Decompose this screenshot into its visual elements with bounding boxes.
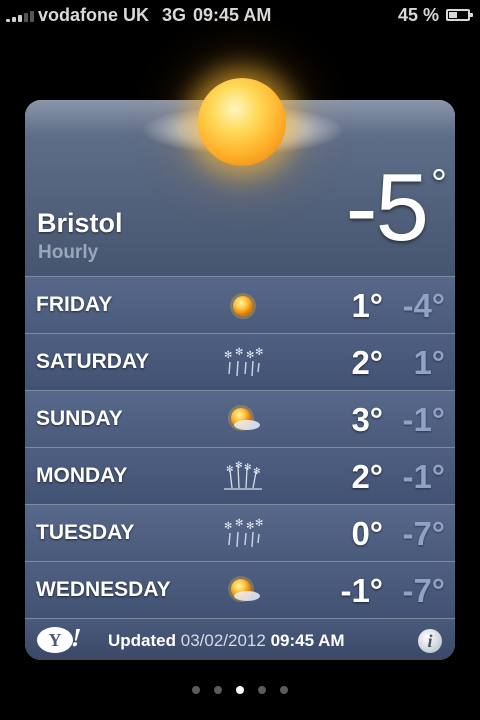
info-button[interactable]: i — [418, 629, 442, 653]
svg-text:✻: ✻ — [235, 518, 243, 529]
hourly-label[interactable]: Hourly — [38, 242, 98, 264]
forecast-low: -1° — [402, 458, 445, 495]
card-footer: Y ! Updated 03/02/2012 09:45 AM i — [25, 618, 455, 660]
svg-text:✻: ✻ — [246, 521, 254, 532]
frost-icon: ✻ ✻ ✻ ✻ — [222, 460, 264, 494]
svg-text:✻: ✻ — [253, 467, 261, 477]
forecast-day: WEDNESDAY — [36, 578, 171, 601]
forecast-high: 0° — [351, 515, 383, 552]
page-indicator[interactable] — [0, 686, 480, 696]
partly-sunny-icon — [222, 574, 264, 608]
forecast-day: FRIDAY — [36, 293, 113, 316]
forecast-day: TUESDAY — [36, 521, 135, 544]
updated-time: 09:45 AM — [270, 631, 345, 650]
updated-date: 03/02/2012 — [180, 631, 266, 650]
forecast-row: FRIDAY 1° -4° — [25, 276, 455, 333]
svg-text:✻: ✻ — [224, 350, 232, 361]
page-dot[interactable] — [192, 686, 200, 694]
weather-app-screen: vodafone UK 3G 09:45 AM 45 % Bristol Hou… — [0, 0, 480, 720]
page-dot-active[interactable] — [236, 686, 244, 694]
forecast-row: SATURDAY ✻ ✻ ✻ ✻ 2° 1° — [25, 333, 455, 390]
snow-rain-icon: ✻ ✻ ✻ ✻ — [222, 517, 264, 551]
page-dot[interactable] — [214, 686, 222, 694]
updated-label: Updated — [108, 631, 176, 650]
svg-text:✻: ✻ — [226, 465, 234, 475]
svg-text:✻: ✻ — [244, 463, 252, 473]
sun-icon — [222, 289, 264, 323]
page-dot[interactable] — [258, 686, 266, 694]
forecast-high: -1° — [340, 572, 383, 609]
forecast-day: SATURDAY — [36, 350, 150, 373]
yahoo-logo[interactable]: Y — [37, 627, 73, 653]
forecast-row: TUESDAY ✻ ✻ ✻ ✻ 0° -7° — [25, 504, 455, 561]
battery-percent: 45 % — [398, 5, 440, 25]
forecast-high: 2° — [351, 344, 383, 381]
forecast-high: 2° — [351, 458, 383, 495]
forecast-high: 1° — [351, 287, 383, 324]
battery-fill — [449, 12, 457, 18]
forecast-low: -7° — [402, 572, 445, 609]
battery-icon — [446, 9, 473, 21]
svg-text:✻: ✻ — [224, 521, 232, 532]
current-temp-value: -5 — [345, 154, 429, 261]
forecast-row: WEDNESDAY -1° -7° — [25, 561, 455, 618]
weather-card[interactable]: Bristol Hourly -5 ° FRIDAY 1° -4° SATURD… — [25, 100, 455, 660]
status-bar: vodafone UK 3G 09:45 AM 45 % — [0, 0, 480, 30]
forecast-low: 1° — [413, 344, 445, 381]
updated-timestamp: Updated 03/02/2012 09:45 AM — [108, 631, 345, 651]
partly-sunny-icon — [222, 403, 264, 437]
svg-text:✻: ✻ — [246, 350, 254, 361]
forecast-day: SUNDAY — [36, 407, 123, 430]
svg-text:✻: ✻ — [255, 518, 263, 529]
sun-cloud-icon — [198, 78, 286, 166]
current-temperature: -5 ° — [305, 160, 447, 256]
forecast-row: MONDAY ✻ ✻ ✻ ✻ 2° -1° — [25, 447, 455, 504]
forecast-day: MONDAY — [36, 464, 128, 487]
forecast-low: -1° — [402, 401, 445, 438]
forecast-high: 3° — [351, 401, 383, 438]
forecast-low: -7° — [402, 515, 445, 552]
signal-strength-icon — [6, 10, 36, 22]
svg-text:✻: ✻ — [235, 461, 243, 471]
page-dot[interactable] — [280, 686, 288, 694]
carrier-name: vodafone UK — [38, 5, 150, 25]
yahoo-logo-bang: ! — [69, 623, 84, 652]
forecast-list: FRIDAY 1° -4° SATURDAY ✻ ✻ ✻ ✻ 2° 1° SUN… — [25, 276, 455, 618]
city-name: Bristol — [37, 208, 123, 238]
network-type: 3G — [162, 5, 187, 25]
forecast-row: SUNDAY 3° -1° — [25, 390, 455, 447]
forecast-low: -4° — [402, 287, 445, 324]
svg-text:✻: ✻ — [235, 347, 243, 358]
svg-text:✻: ✻ — [255, 347, 263, 358]
degree-symbol: ° — [431, 162, 447, 206]
status-time: 09:45 AM — [193, 5, 272, 25]
snow-rain-icon: ✻ ✻ ✻ ✻ — [222, 346, 264, 380]
